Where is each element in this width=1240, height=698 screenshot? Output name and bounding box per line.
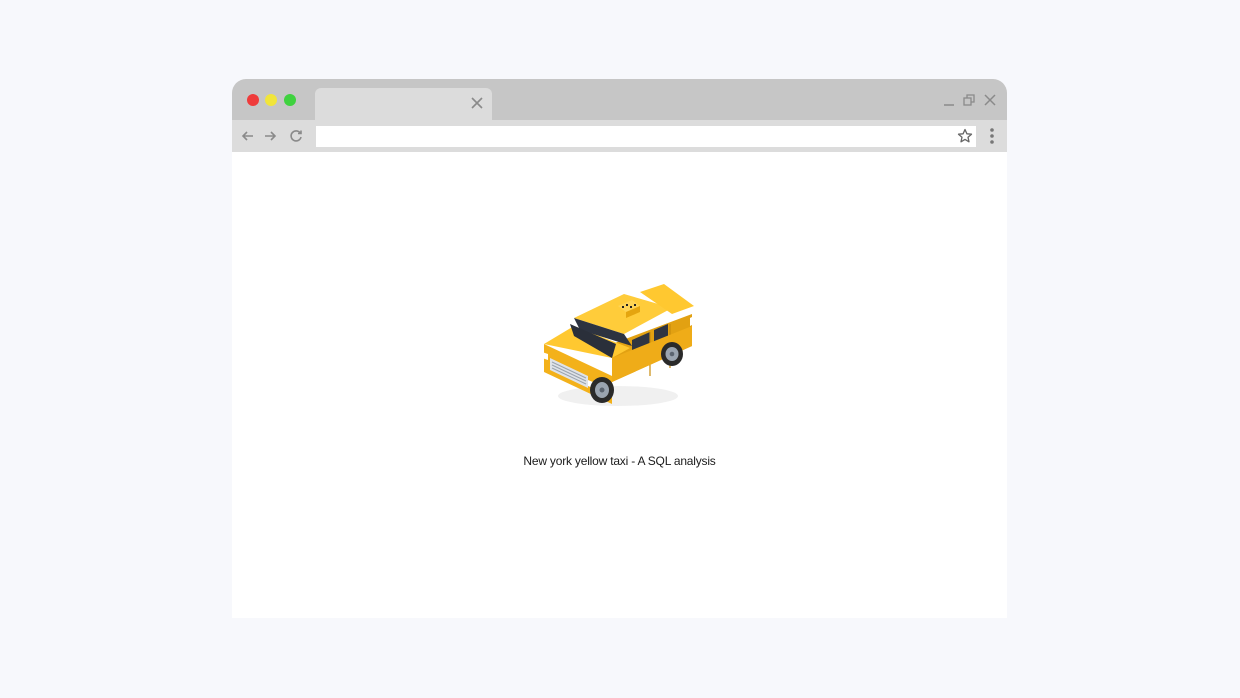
address-bar[interactable] (316, 126, 976, 147)
kebab-menu-icon[interactable] (986, 126, 998, 146)
close-icon[interactable] (470, 96, 484, 110)
browser-toolbar (232, 120, 1007, 152)
title-bar (232, 79, 1007, 120)
zoom-traffic-light[interactable] (284, 94, 296, 106)
restore-icon[interactable] (962, 93, 976, 107)
browser-window: New york yellow taxi - A SQL analysis (232, 79, 1007, 618)
minimize-icon[interactable] (942, 93, 956, 107)
yellow-taxi-illustration (542, 284, 694, 406)
reload-icon[interactable] (288, 128, 304, 144)
arrow-right-icon[interactable] (262, 128, 278, 144)
close-traffic-light[interactable] (247, 94, 259, 106)
star-icon[interactable] (957, 128, 973, 144)
close-icon[interactable] (983, 93, 997, 107)
browser-tab[interactable] (315, 88, 492, 120)
page-caption: New york yellow taxi - A SQL analysis (523, 454, 716, 468)
minimize-traffic-light[interactable] (265, 94, 277, 106)
arrow-left-icon[interactable] (240, 128, 256, 144)
page-content: New york yellow taxi - A SQL analysis (232, 152, 1007, 618)
